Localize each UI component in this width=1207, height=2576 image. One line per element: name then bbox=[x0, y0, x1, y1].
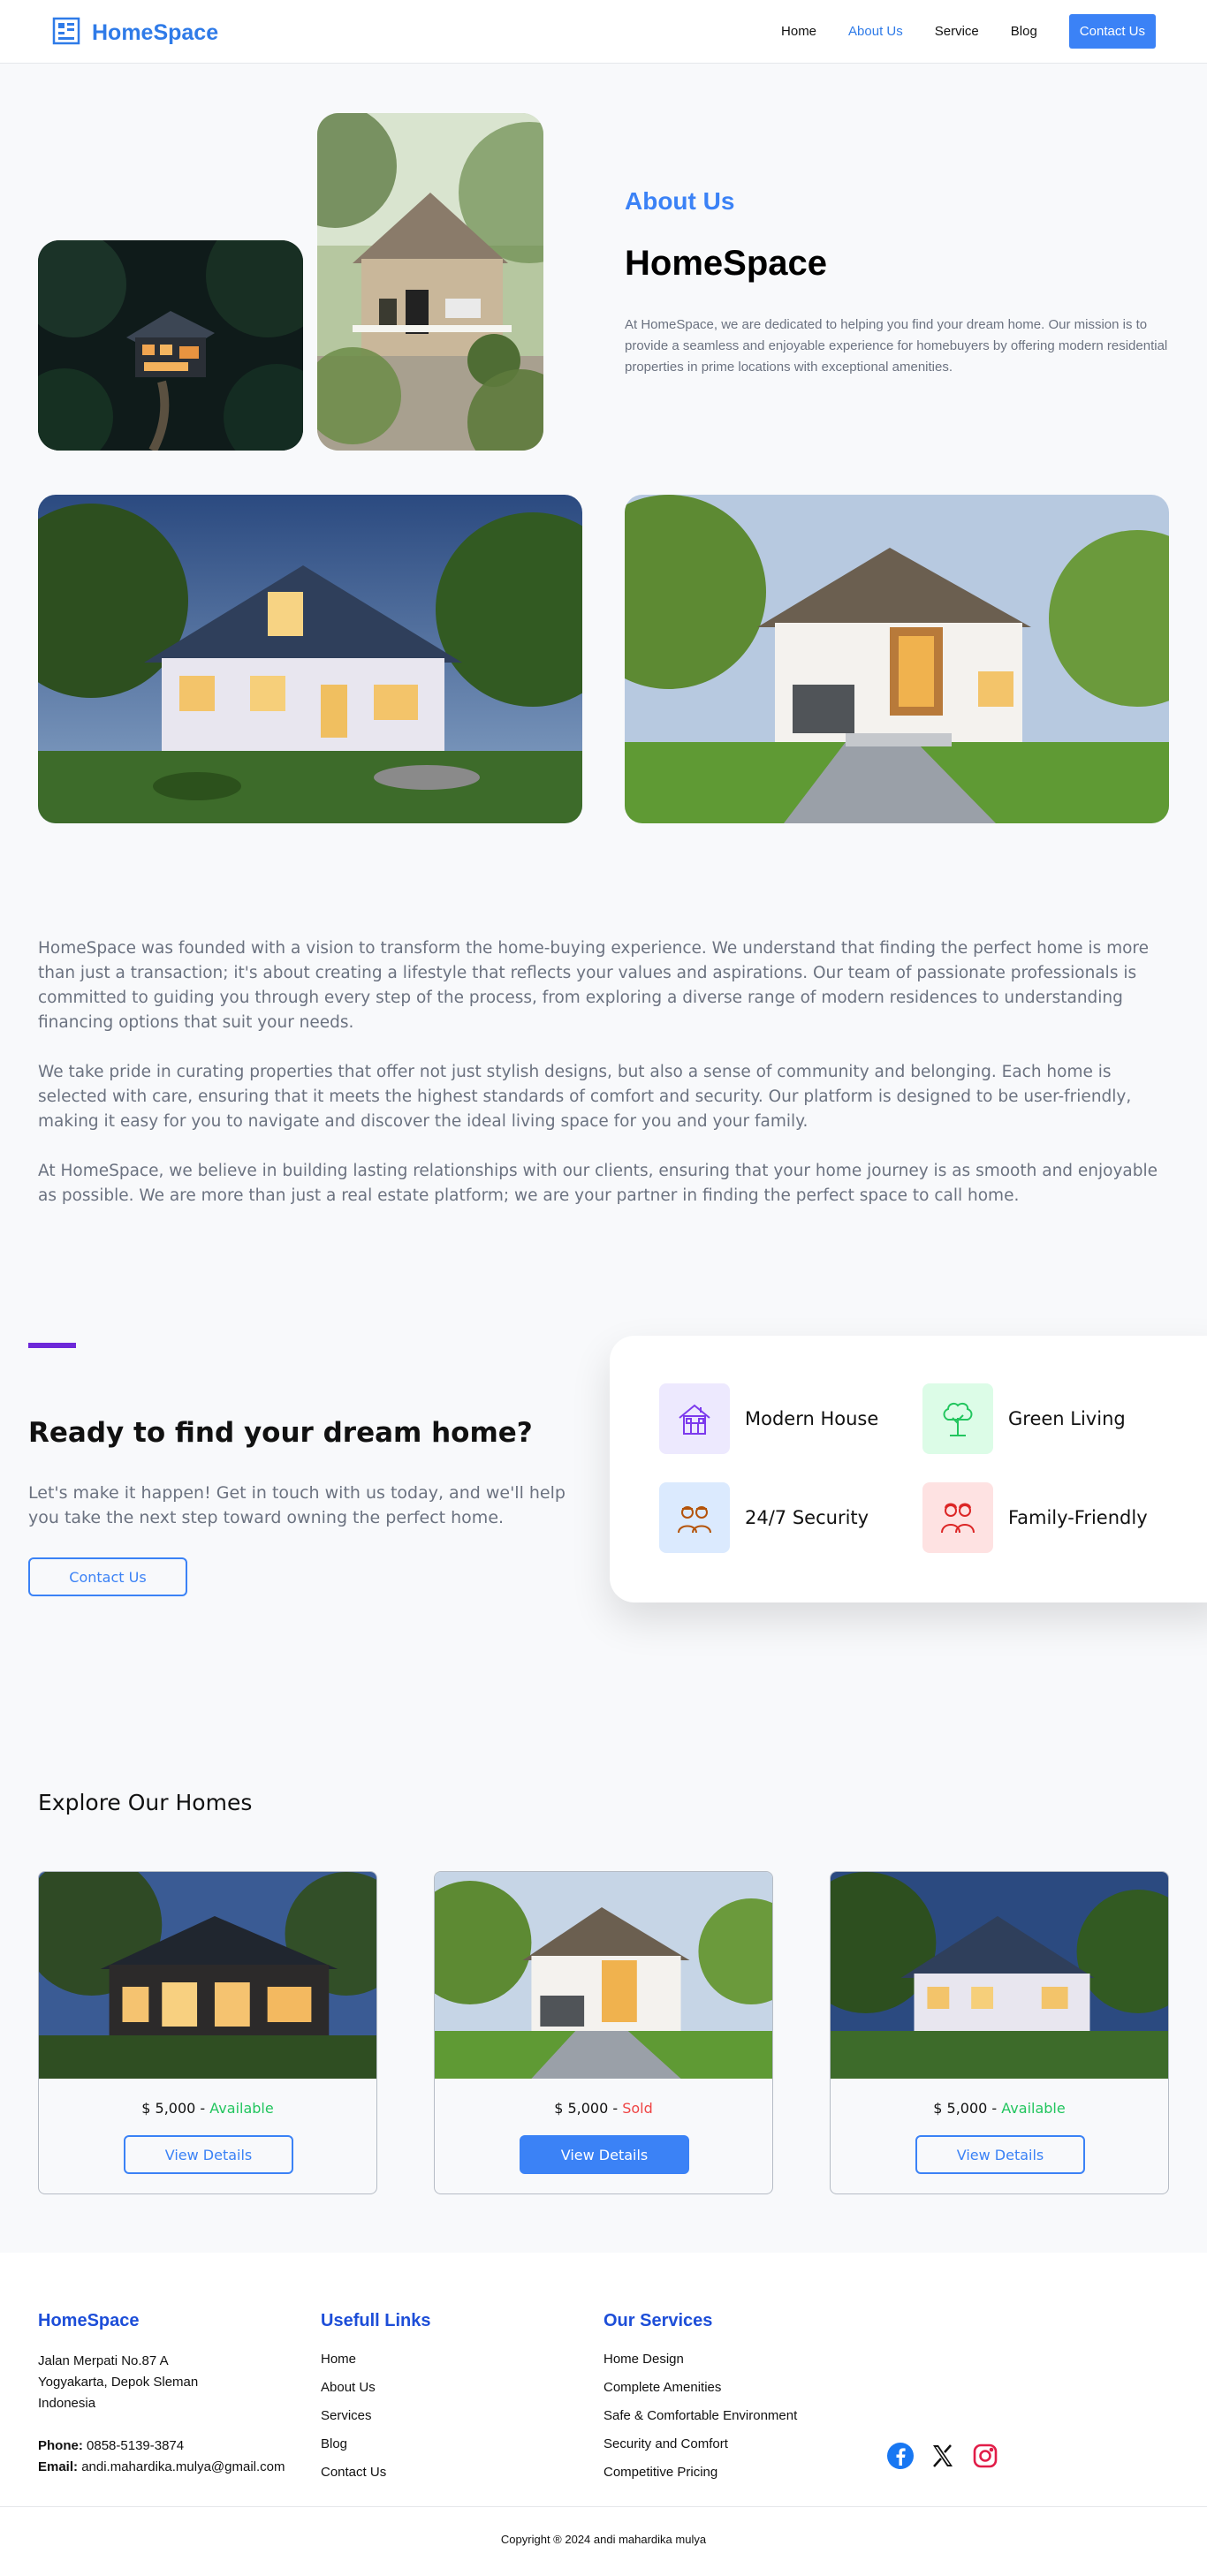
home-card-image bbox=[831, 1872, 1168, 2079]
story-paragraph: At HomeSpace, we believe in building las… bbox=[38, 1162, 1158, 1205]
address-line: Indonesia bbox=[38, 2396, 96, 2411]
cta-text: Let's make it happen! Get in touch with … bbox=[28, 1483, 566, 1527]
feature-label: Green Living bbox=[1008, 1408, 1126, 1429]
home-card-price-line: $ 5,000 - Sold bbox=[435, 2100, 772, 2117]
story-paragraph: We take pride in curating properties tha… bbox=[38, 1063, 1132, 1131]
suburban-house-image bbox=[317, 113, 543, 451]
address-line: Yogyakarta, Depok Sleman bbox=[38, 2375, 199, 2390]
house-icon bbox=[659, 1383, 730, 1454]
security-guard-icon bbox=[659, 1482, 730, 1553]
footer-service-item[interactable]: Competitive Pricing bbox=[604, 2464, 797, 2481]
email-line: Email: andi.mahardika.mulya@gmail.com bbox=[38, 2457, 285, 2478]
phone-label: Phone: bbox=[38, 2438, 83, 2453]
footer-links-title: Usefull Links bbox=[321, 2311, 431, 2330]
footer-services-column: Our Services Home Design Complete Amenit… bbox=[604, 2311, 797, 2492]
about-story: HomeSpace was founded with a vision to t… bbox=[38, 936, 1169, 1233]
email-value: andi.mahardika.mulya@gmail.com bbox=[81, 2459, 285, 2474]
footer-contact-column: HomeSpace Jalan Merpati No.87 A Yogyakar… bbox=[38, 2311, 285, 2478]
feature-modern-house: Modern House bbox=[659, 1383, 878, 1454]
footer-link-about-us[interactable]: About Us bbox=[321, 2379, 430, 2397]
footer-service-item[interactable]: Home Design bbox=[604, 2351, 797, 2368]
page: HomeSpace Home About Us Service Blog Con… bbox=[0, 0, 1207, 2576]
about-title: HomeSpace bbox=[625, 244, 827, 283]
home-card-price-line: $ 5,000 - Available bbox=[39, 2100, 376, 2117]
copyright: Copyright ® 2024 andi mahardika mulya bbox=[500, 2533, 707, 2546]
about-description: At HomeSpace, we are dedicated to helpin… bbox=[625, 317, 1168, 375]
nav-home[interactable]: Home bbox=[781, 24, 816, 39]
instagram-icon[interactable] bbox=[971, 2442, 999, 2470]
footer-divider bbox=[0, 2506, 1207, 2507]
footer-service-item[interactable]: Complete Amenities bbox=[604, 2379, 797, 2397]
feature-green-living: Green Living bbox=[922, 1383, 1126, 1454]
footer-link-services[interactable]: Services bbox=[321, 2407, 430, 2425]
building-logo-icon bbox=[51, 16, 81, 50]
footer-link-blog[interactable]: Blog bbox=[321, 2436, 430, 2453]
footer-link-home[interactable]: Home bbox=[321, 2351, 430, 2368]
feature-family-friendly: Family-Friendly bbox=[922, 1482, 1148, 1553]
nav-service[interactable]: Service bbox=[935, 24, 979, 39]
tree-icon bbox=[922, 1383, 993, 1454]
brand-logo[interactable]: HomeSpace bbox=[51, 16, 218, 50]
phone-value: 0858-5139-3874 bbox=[87, 2438, 185, 2453]
view-details-button[interactable]: View Details bbox=[124, 2135, 293, 2174]
status-badge: Available bbox=[1001, 2100, 1066, 2117]
view-details-button[interactable]: View Details bbox=[520, 2135, 689, 2174]
brand-name: HomeSpace bbox=[92, 20, 219, 45]
footer-service-item[interactable]: Safe & Comfortable Environment bbox=[604, 2407, 797, 2425]
feature-label: Modern House bbox=[745, 1408, 879, 1429]
dusk-chalet-image bbox=[38, 495, 582, 823]
phone-line: Phone: 0858-5139-3874 bbox=[38, 2436, 285, 2457]
cta-contact-button[interactable]: Contact Us bbox=[28, 1557, 187, 1596]
x-icon[interactable] bbox=[929, 2442, 957, 2470]
footer-links-column: Usefull Links Home About Us Services Blo… bbox=[321, 2311, 430, 2492]
price: $ 5,000 bbox=[933, 2100, 988, 2117]
home-card: $ 5,000 - Available View Details bbox=[38, 1871, 377, 2194]
facebook-icon[interactable] bbox=[886, 2442, 915, 2470]
cta-accent-bar bbox=[28, 1343, 76, 1348]
main-nav: Home About Us Service Blog Contact Us bbox=[749, 14, 1156, 49]
features-panel: Modern House Green Living 24/7 Security … bbox=[610, 1336, 1207, 1602]
footer-link-contact-us[interactable]: Contact Us bbox=[321, 2464, 430, 2481]
price-separator: - bbox=[608, 2100, 623, 2117]
price-separator: - bbox=[195, 2100, 210, 2117]
footer-brand: HomeSpace bbox=[38, 2311, 140, 2330]
price-separator: - bbox=[987, 2100, 1002, 2117]
home-card: $ 5,000 - Available View Details bbox=[830, 1871, 1169, 2194]
footer-service-item[interactable]: Security and Comfort bbox=[604, 2436, 797, 2453]
nav-about-us[interactable]: About Us bbox=[848, 24, 903, 39]
night-house-aerial-image bbox=[38, 240, 303, 451]
price: $ 5,000 bbox=[554, 2100, 609, 2117]
modern-house-image bbox=[625, 495, 1169, 823]
social-links bbox=[886, 2442, 999, 2470]
home-card-image bbox=[435, 1872, 772, 2079]
price: $ 5,000 bbox=[141, 2100, 196, 2117]
about-label: About Us bbox=[625, 187, 735, 215]
feature-security: 24/7 Security bbox=[659, 1482, 869, 1553]
feature-label: 24/7 Security bbox=[745, 1507, 869, 1528]
home-card: $ 5,000 - Sold View Details bbox=[434, 1871, 773, 2194]
explore-title: Explore Our Homes bbox=[38, 1790, 253, 1815]
story-paragraph: HomeSpace was founded with a vision to t… bbox=[38, 939, 1150, 1032]
nav-blog[interactable]: Blog bbox=[1011, 24, 1037, 39]
status-badge: Sold bbox=[622, 2100, 653, 2117]
status-badge: Available bbox=[209, 2100, 274, 2117]
family-icon bbox=[922, 1482, 993, 1553]
feature-label: Family-Friendly bbox=[1008, 1507, 1148, 1528]
home-card-image bbox=[39, 1872, 376, 2079]
cta-title: Ready to find your dream home? bbox=[28, 1417, 533, 1449]
footer-services-title: Our Services bbox=[604, 2311, 713, 2330]
contact-us-button[interactable]: Contact Us bbox=[1068, 14, 1156, 49]
address-line: Jalan Merpati No.87 A bbox=[38, 2353, 169, 2368]
home-card-price-line: $ 5,000 - Available bbox=[831, 2100, 1168, 2117]
email-label: Email: bbox=[38, 2459, 79, 2474]
site-header: HomeSpace Home About Us Service Blog Con… bbox=[0, 0, 1207, 64]
view-details-button[interactable]: View Details bbox=[915, 2135, 1085, 2174]
